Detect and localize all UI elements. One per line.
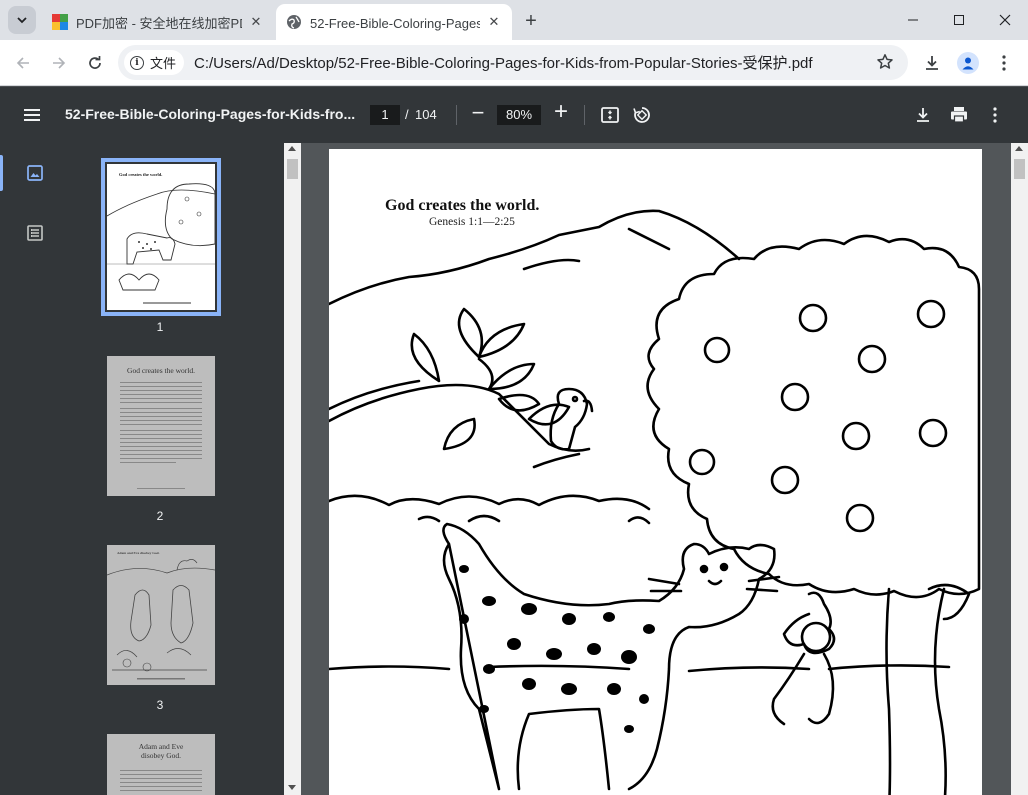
page-heading: God creates the world.	[385, 197, 540, 214]
thumbnail-number: 1	[156, 320, 164, 334]
plus-icon: +	[525, 9, 537, 32]
scroll-down-arrow[interactable]	[288, 785, 296, 790]
thumbnail-page-4[interactable]: Adam and Eve disobey God.	[107, 734, 215, 795]
thumbnail-title: Adam and Eve disobey God.	[138, 742, 184, 760]
hamburger-menu-icon[interactable]	[20, 103, 44, 127]
tab-label: 52-Free-Bible-Coloring-Pages-for-Kids-fr…	[310, 15, 480, 31]
person-icon	[962, 57, 974, 70]
document-viewport[interactable]: God creates the world. Genesis 1:1—2:25	[301, 143, 1011, 795]
new-tab-button[interactable]: +	[518, 8, 544, 34]
tab-label: PDF加密 - 安全地在线加密PDF	[76, 15, 242, 31]
page-number-input[interactable]: 1	[370, 105, 400, 125]
document-title: 52-Free-Bible-Coloring-Pages-for-Kids-fr…	[65, 106, 356, 122]
downloads-button[interactable]	[918, 49, 946, 77]
fit-page-icon	[601, 107, 619, 123]
zoom-level-input[interactable]: 80%	[497, 105, 541, 125]
pdf-more-button[interactable]	[983, 103, 1007, 127]
site-info-chip[interactable]: i 文件	[124, 50, 185, 75]
toolbar-divider	[456, 105, 457, 125]
thumbnail-page-3[interactable]: Adam and Eve disobey God.	[106, 545, 216, 685]
print-button[interactable]	[947, 103, 971, 127]
browser-toolbar: i 文件 C:/Users/Ad/Desktop/52-Free-Bible-C…	[0, 40, 1028, 86]
outline-view-icon[interactable]	[25, 223, 45, 243]
globe-icon	[287, 15, 301, 29]
tab-strip: PDF加密 - 安全地在线加密PDF ✕ 52-Free-Bible-Color…	[0, 0, 1028, 40]
reload-icon	[89, 56, 101, 69]
profile-button[interactable]	[954, 49, 982, 77]
scrollbar-thumb[interactable]	[1014, 159, 1025, 179]
back-button[interactable]	[9, 49, 37, 77]
forward-button[interactable]	[45, 49, 73, 77]
thumbnail-title: God creates the world.	[127, 366, 195, 375]
print-icon	[951, 107, 967, 123]
download-pdf-button[interactable]	[911, 103, 935, 127]
thumbnail-preview: God creates the world.	[106, 164, 216, 310]
total-pages: 104	[415, 107, 437, 122]
info-icon: i	[130, 55, 144, 70]
thumbnails-view-icon[interactable]	[25, 163, 45, 183]
bookmark-star-icon[interactable]	[876, 53, 894, 71]
toolbar-divider	[584, 105, 585, 125]
url-text[interactable]: C:/Users/Ad/Desktop/52-Free-Bible-Colori…	[194, 52, 813, 73]
address-bar[interactable]: i 文件 C:/Users/Ad/Desktop/52-Free-Bible-C…	[118, 45, 908, 80]
avatar	[957, 52, 979, 74]
close-tab-icon[interactable]: ✕	[248, 14, 264, 30]
minimize-button[interactable]	[890, 0, 936, 40]
thumbnail-page-1[interactable]: God creates the world.	[101, 158, 221, 316]
page-separator: /	[405, 107, 409, 122]
reload-button[interactable]	[81, 49, 109, 77]
document-scrollbar[interactable]	[1011, 143, 1028, 795]
minimize-icon	[908, 19, 918, 21]
tab-search-button[interactable]	[8, 6, 36, 34]
svg-text:God creates the world.: God creates the world.	[119, 172, 162, 177]
tab-pdf-document[interactable]: 52-Free-Bible-Coloring-Pages-for-Kids-fr…	[276, 4, 512, 40]
site-info-label: 文件	[150, 56, 177, 71]
colorful-grid-icon	[52, 14, 68, 30]
close-tab-icon[interactable]: ✕	[486, 14, 502, 30]
zoom-in-button[interactable]: +	[550, 100, 572, 124]
rotate-button[interactable]	[630, 103, 654, 127]
maximize-button[interactable]	[936, 0, 982, 40]
coloring-illustration	[329, 209, 981, 795]
more-vert-icon	[993, 107, 997, 123]
active-view-indicator	[0, 155, 3, 191]
thumbnail-sidebar: God creates the world. 1 God creates the…	[0, 143, 284, 795]
thumbnail-preview: Adam and Eve disobey God.	[106, 545, 216, 685]
scroll-up-arrow[interactable]	[288, 146, 296, 151]
rotate-icon	[633, 107, 650, 123]
arrow-left-icon	[16, 57, 29, 69]
pdf-toolbar: 52-Free-Bible-Coloring-Pages-for-Kids-fr…	[0, 87, 1028, 143]
tab-pdf-encrypt[interactable]: PDF加密 - 安全地在线加密PDF ✕	[42, 4, 274, 40]
svg-text:Adam and Eve disobey God.: Adam and Eve disobey God.	[117, 551, 160, 555]
download-icon	[917, 108, 929, 122]
scrollbar-thumb[interactable]	[287, 159, 298, 179]
thumbnail-number: 3	[156, 698, 164, 712]
close-icon	[999, 14, 1011, 26]
close-window-button[interactable]	[982, 0, 1028, 40]
thumbnail-number: 2	[156, 509, 164, 523]
sidebar-scrollbar[interactable]	[284, 143, 301, 795]
scroll-up-arrow[interactable]	[1015, 146, 1023, 151]
scripture-reference: Genesis 1:1—2:25	[429, 216, 515, 228]
pdf-page: God creates the world. Genesis 1:1—2:25	[329, 149, 982, 795]
chevron-down-icon	[17, 17, 27, 24]
zoom-out-button[interactable]: −	[468, 102, 488, 126]
maximize-icon	[954, 15, 964, 25]
thumbnail-page-2[interactable]: God creates the world.	[107, 356, 215, 496]
download-icon	[926, 56, 938, 70]
arrow-right-icon	[53, 57, 66, 69]
chrome-menu-button[interactable]	[990, 49, 1018, 77]
more-vert-icon	[1002, 55, 1006, 71]
fit-to-page-button[interactable]	[598, 103, 622, 127]
